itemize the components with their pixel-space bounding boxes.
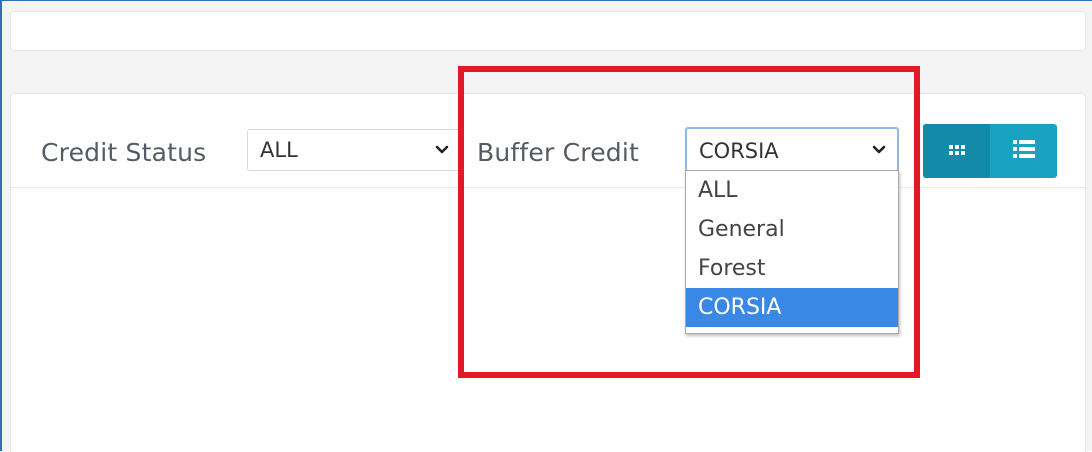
buffer-credit-value: CORSIA bbox=[699, 139, 779, 163]
dropdown-option-forest[interactable]: Forest bbox=[686, 249, 898, 288]
buffer-credit-label: Buffer Credit bbox=[477, 138, 639, 167]
dropdown-option-general[interactable]: General bbox=[686, 210, 898, 249]
chevron-down-icon bbox=[432, 130, 452, 170]
credit-status-label: Credit Status bbox=[41, 138, 207, 167]
list-icon bbox=[1012, 140, 1035, 162]
main-panel: Credit Status ALL Buffer Credit CORSIA A… bbox=[10, 93, 1087, 452]
filter-bar: Credit Status ALL Buffer Credit CORSIA A… bbox=[11, 94, 1087, 334]
credit-status-select[interactable]: ALL bbox=[247, 129, 461, 171]
view-toggle-group bbox=[923, 124, 1057, 178]
grid-icon bbox=[948, 142, 965, 161]
grid-view-button[interactable] bbox=[923, 124, 990, 178]
buffer-credit-select[interactable]: CORSIA bbox=[685, 127, 899, 173]
credit-status-value: ALL bbox=[260, 138, 298, 162]
chevron-down-icon bbox=[869, 129, 889, 171]
list-view-button[interactable] bbox=[990, 124, 1057, 178]
dropdown-option-corsia[interactable]: CORSIA bbox=[686, 288, 898, 327]
top-panel bbox=[10, 11, 1086, 51]
dropdown-option-all[interactable]: ALL bbox=[686, 171, 898, 210]
buffer-credit-dropdown-list: ALL General Forest CORSIA bbox=[685, 170, 899, 334]
app-frame: Credit Status ALL Buffer Credit CORSIA A… bbox=[0, 0, 1092, 452]
